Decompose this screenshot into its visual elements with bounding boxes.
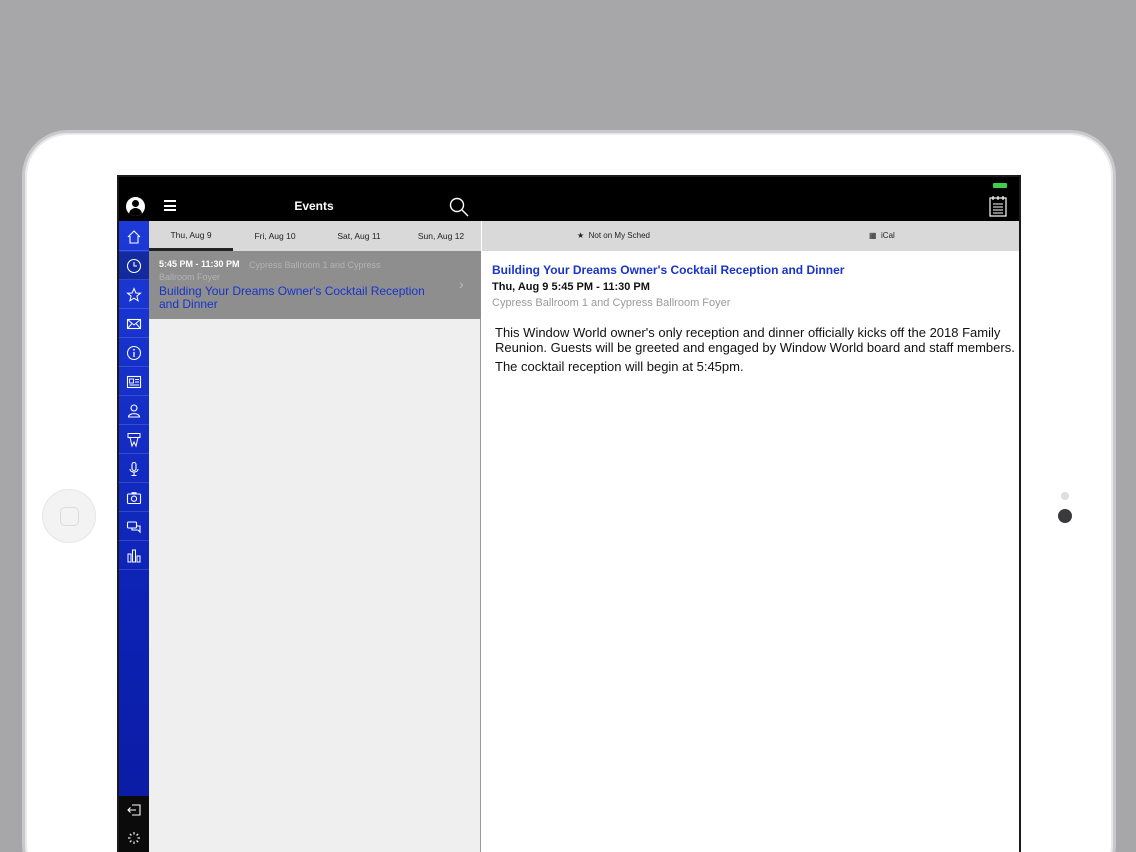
nav-chat[interactable] [119,513,149,541]
profile-icon[interactable] [126,197,145,216]
mail-icon [126,318,142,329]
chat-icon [126,520,141,533]
star-icon [126,286,142,302]
detail-title: Building Your Dreams Owner's Cocktail Re… [492,263,845,277]
nav-home[interactable] [119,223,149,251]
logout-button[interactable] [119,796,149,824]
clock-icon [126,258,142,273]
app-screen: Events Thu, Aug 9 Fri, Aug 10 Sat, Aug 1… [117,175,1021,852]
nav-favorites[interactable] [119,281,149,309]
detail-description-note: The cocktail reception will begin at 5:4… [495,359,744,374]
event-list-item[interactable]: Cypress Ballroom 1 and Cypress Ballroom … [149,251,481,319]
home-button[interactable] [42,489,96,543]
ical-label: iCal [881,231,895,240]
loading-spinner-icon [128,832,140,844]
nav-sponsors[interactable] [119,426,149,454]
newspaper-icon [126,375,142,388]
nav-speakers[interactable] [119,455,149,483]
nav-attendees[interactable] [119,397,149,425]
tab-sat-aug-11[interactable]: Sat, Aug 11 [317,221,401,251]
event-list-column: Thu, Aug 9 Fri, Aug 10 Sat, Aug 11 Sun, … [149,221,481,852]
date-tabs: Thu, Aug 9 Fri, Aug 10 Sat, Aug 11 Sun, … [149,221,481,251]
info-icon [126,345,142,360]
sync-button[interactable] [119,824,149,852]
nav-info[interactable] [119,339,149,367]
nav-messages[interactable] [119,310,149,338]
ical-button[interactable]: ▦ iCal [869,221,895,251]
schedule-status-label: Not on My Sched [588,231,650,240]
event-title: Building Your Dreams Owner's Cocktail Re… [159,284,425,311]
home-button-square [60,507,79,526]
tab-thu-aug-9[interactable]: Thu, Aug 9 [149,221,233,251]
battery-indicator [993,183,1007,188]
page-title: Events [294,199,334,213]
ribbon-icon [127,432,141,447]
chevron-right-icon: › [459,276,464,292]
tab-sun-aug-12[interactable]: Sun, Aug 12 [401,221,481,251]
front-camera [1058,509,1072,523]
detail-datetime: Thu, Aug 9 5:45 PM - 11:30 PM [492,281,650,293]
event-time: 5:45 PM - 11:30 PM [159,259,240,269]
notes-icon[interactable] [989,195,1007,217]
logout-icon [127,804,141,816]
chart-icon [127,549,141,562]
nav-photos[interactable] [119,484,149,512]
camera-icon [126,491,142,504]
people-icon [127,403,141,418]
event-detail-panel: ★ Not on My Sched ▦ iCal Building Your D… [482,221,1019,852]
top-bar: Events [119,177,1019,221]
nav-reports[interactable] [119,542,149,570]
hamburger-menu-icon[interactable] [164,200,176,211]
nav-schedule[interactable] [119,252,149,280]
calendar-icon: ▦ [869,231,877,240]
add-to-schedule-button[interactable]: ★ Not on My Sched [577,221,650,251]
tab-fri-aug-10[interactable]: Fri, Aug 10 [233,221,317,251]
detail-description: This Window World owner's only reception… [495,325,1015,355]
ambient-sensor [1061,492,1069,500]
nav-news[interactable] [119,368,149,396]
nav-bottom-panel [119,796,149,852]
home-icon [127,229,141,244]
left-navigation [119,221,149,852]
detail-location: Cypress Ballroom 1 and Cypress Ballroom … [492,297,731,309]
detail-toolbar: ★ Not on My Sched ▦ iCal [482,221,1019,251]
star-icon: ★ [577,231,585,240]
microphone-icon [129,461,139,476]
search-icon[interactable] [449,197,469,217]
